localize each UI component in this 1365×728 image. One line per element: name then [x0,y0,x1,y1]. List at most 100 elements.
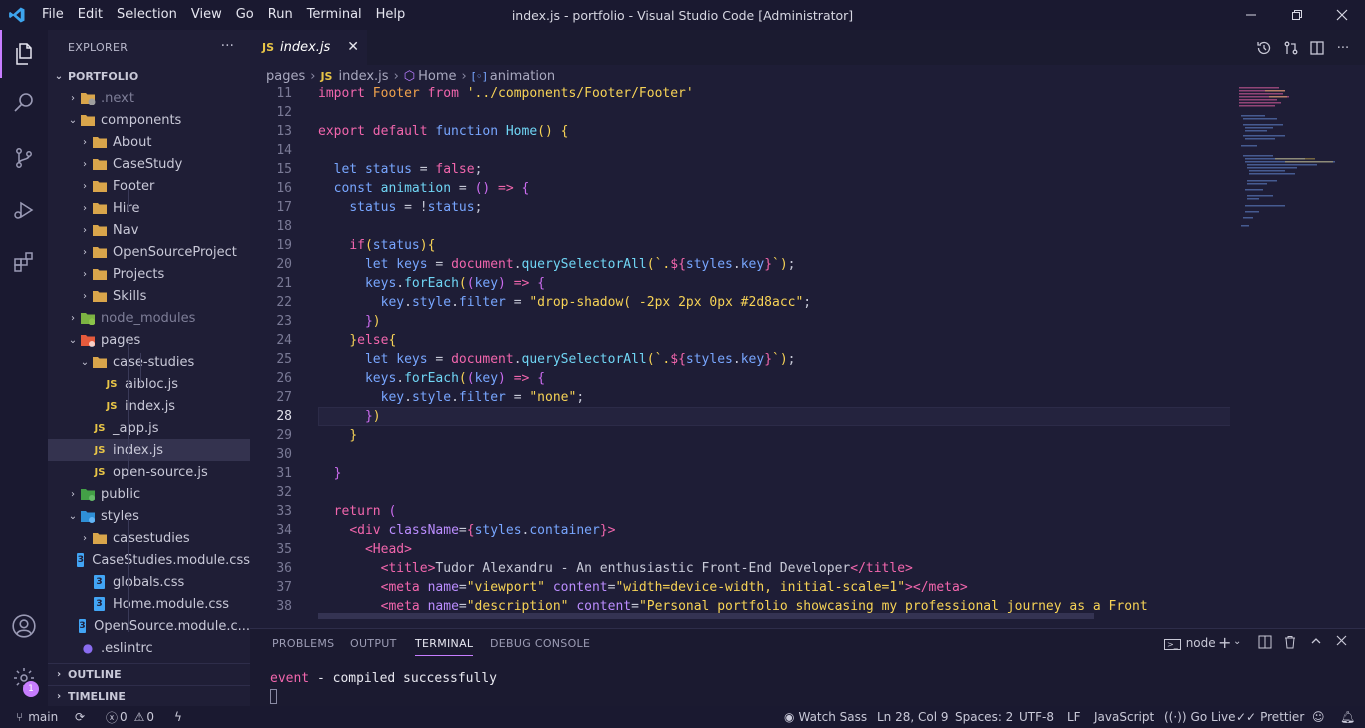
sync-icon[interactable]: ⟳ [75,706,85,728]
problems-indicator[interactable]: ⓧ 0 ⚠ 0 [106,706,154,728]
folder--next[interactable]: › .next [48,87,250,109]
folder-footer[interactable]: › Footer [48,175,250,197]
explorer-icon[interactable] [0,30,48,78]
menu-file[interactable]: File [35,0,71,30]
code-line[interactable]: 36 <title>Tudor Alexandru - An enthusias… [250,559,1230,578]
folder-skills[interactable]: › Skills [48,285,250,307]
file-home-module-css[interactable]: 3 Home.module.css [48,593,250,615]
split-terminal-icon[interactable] [1258,635,1272,653]
accounts-icon[interactable] [0,602,48,650]
folder-components[interactable]: ⌄ components [48,109,250,131]
code-line[interactable]: 13 export default function Home() { [250,122,1230,141]
menu-view[interactable]: View [184,0,229,30]
code-line[interactable]: 33 return ( [250,502,1230,521]
code-line[interactable]: 22 key.style.filter = "drop-shadow( -2px… [250,293,1230,312]
file-aibloc-js[interactable]: JS aibloc.js [48,373,250,395]
file-index-js[interactable]: JS index.js [48,395,250,417]
code-line[interactable]: 15 let status = false; [250,160,1230,179]
breadcrumb-home[interactable]: Home [418,69,456,84]
file-globals-css[interactable]: 3 globals.css [48,571,250,593]
code-line[interactable]: 14 [250,141,1230,160]
menu-go[interactable]: Go [229,0,261,30]
code-line[interactable]: 31 } [250,464,1230,483]
more-actions-icon[interactable]: ··· [221,38,234,54]
code-line[interactable]: 37 <meta name="viewport" content="width=… [250,578,1230,597]
minimap[interactable] [1235,85,1365,285]
folder-about[interactable]: › About [48,131,250,153]
timeline-section[interactable]: › TIMELINE [48,685,250,706]
horizontal-scrollbar[interactable] [318,613,1094,619]
close-panel-icon[interactable] [1336,635,1347,650]
breadcrumb-file[interactable]: index.js [338,69,388,84]
menu-help[interactable]: Help [369,0,413,30]
menu-terminal[interactable]: Terminal [300,0,369,30]
restore-button[interactable] [1274,0,1320,30]
code-line[interactable]: 21 keys.forEach((key) => { [250,274,1230,293]
code-line[interactable]: 34 <div className={styles.container}> [250,521,1230,540]
terminal-shell-selector[interactable]: >_ node [1164,636,1216,650]
split-editor-icon[interactable] [1307,38,1327,58]
file-open-source-js[interactable]: JS open-source.js [48,461,250,483]
terminal-cursor[interactable] [270,689,277,704]
code-line[interactable]: 29 } [250,426,1230,445]
watch-sass-button[interactable]: ◉ Watch Sass [784,706,867,728]
menu-edit[interactable]: Edit [71,0,110,30]
file-index-js[interactable]: JS index.js [48,439,250,461]
open-changes-icon[interactable] [1281,38,1301,58]
folder-opensourceproject[interactable]: › OpenSourceProject [48,241,250,263]
tab-index-js[interactable]: JS index.js ✕ [250,30,367,65]
code-line[interactable]: 19 if(status){ [250,236,1230,255]
menu-run[interactable]: Run [261,0,300,30]
extensions-icon[interactable] [0,238,48,286]
file-casestudies-module-css[interactable]: 3 CaseStudies.module.css [48,549,250,571]
cursor-position[interactable]: Ln 28, Col 9 [877,706,949,728]
code-line[interactable]: 17 status = !status; [250,198,1230,217]
folder-node-modules[interactable]: › node_modules [48,307,250,329]
code-line[interactable]: 30 [250,445,1230,464]
branch-indicator[interactable]: ⑂ main [16,706,58,728]
folder-projects[interactable]: › Projects [48,263,250,285]
source-control-icon[interactable] [0,134,48,182]
new-terminal-plus-icon[interactable]: + [1218,633,1231,652]
tab-problems[interactable]: PROBLEMS [272,637,334,650]
run-debug-icon[interactable] [0,186,48,234]
code-line[interactable]: 16 const animation = () => { [250,179,1230,198]
feedback-icon[interactable]: ☺ [1312,706,1325,728]
folder-case-studies[interactable]: ⌄ case-studies [48,351,250,373]
code-line[interactable]: 27 key.style.filter = "none"; [250,388,1230,407]
menu-selection[interactable]: Selection [110,0,184,30]
breadcrumb-pages[interactable]: pages [266,69,305,84]
encoding[interactable]: UTF-8 [1019,706,1054,728]
close-window-button[interactable] [1319,0,1365,30]
folder-styles[interactable]: ⌄ styles [48,505,250,527]
file-opensource-module-c-[interactable]: 3 OpenSource.module.c... [48,615,250,637]
indentation[interactable]: Spaces: 2 [955,706,1013,728]
code-line[interactable]: 12 [250,103,1230,122]
folder-hire[interactable]: › Hire [48,197,250,219]
code-line[interactable]: 28 }) [250,407,1230,426]
timeline-history-icon[interactable] [1254,38,1274,58]
breadcrumb-animation[interactable]: animation [490,69,555,84]
terminal-dropdown-chevron-icon[interactable]: ⌄ [1233,636,1241,647]
more-editor-actions-icon[interactable]: ··· [1333,38,1353,58]
lightning-icon[interactable]: ϟ [174,706,182,728]
search-icon[interactable] [0,78,48,126]
kill-terminal-trash-icon[interactable] [1283,635,1297,653]
folder-casestudy[interactable]: › CaseStudy [48,153,250,175]
folder-casestudies[interactable]: › casestudies [48,527,250,549]
file--eslintrc[interactable]: ● .eslintrc [48,637,250,659]
go-live-button[interactable]: ((·)) Go Live [1164,706,1236,728]
code-line[interactable]: 26 keys.forEach((key) => { [250,369,1230,388]
code-line[interactable]: 24 }else{ [250,331,1230,350]
end-of-line[interactable]: LF [1067,706,1081,728]
code-line[interactable]: 23 }) [250,312,1230,331]
tab-output[interactable]: OUTPUT [350,637,397,650]
code-line[interactable]: 35 <Head> [250,540,1230,559]
notifications-bell-icon[interactable]: 🔔︎ [1340,706,1355,728]
code-line[interactable]: 32 [250,483,1230,502]
root-folder-portfolio[interactable]: ⌄ PORTFOLIO [48,65,250,87]
tab-debug-console[interactable]: DEBUG CONSOLE [490,637,590,650]
code-line[interactable]: 25 let keys = document.querySelectorAll(… [250,350,1230,369]
manage-gear-icon[interactable]: 1 [0,654,48,702]
close-tab-icon[interactable]: ✕ [347,39,359,55]
